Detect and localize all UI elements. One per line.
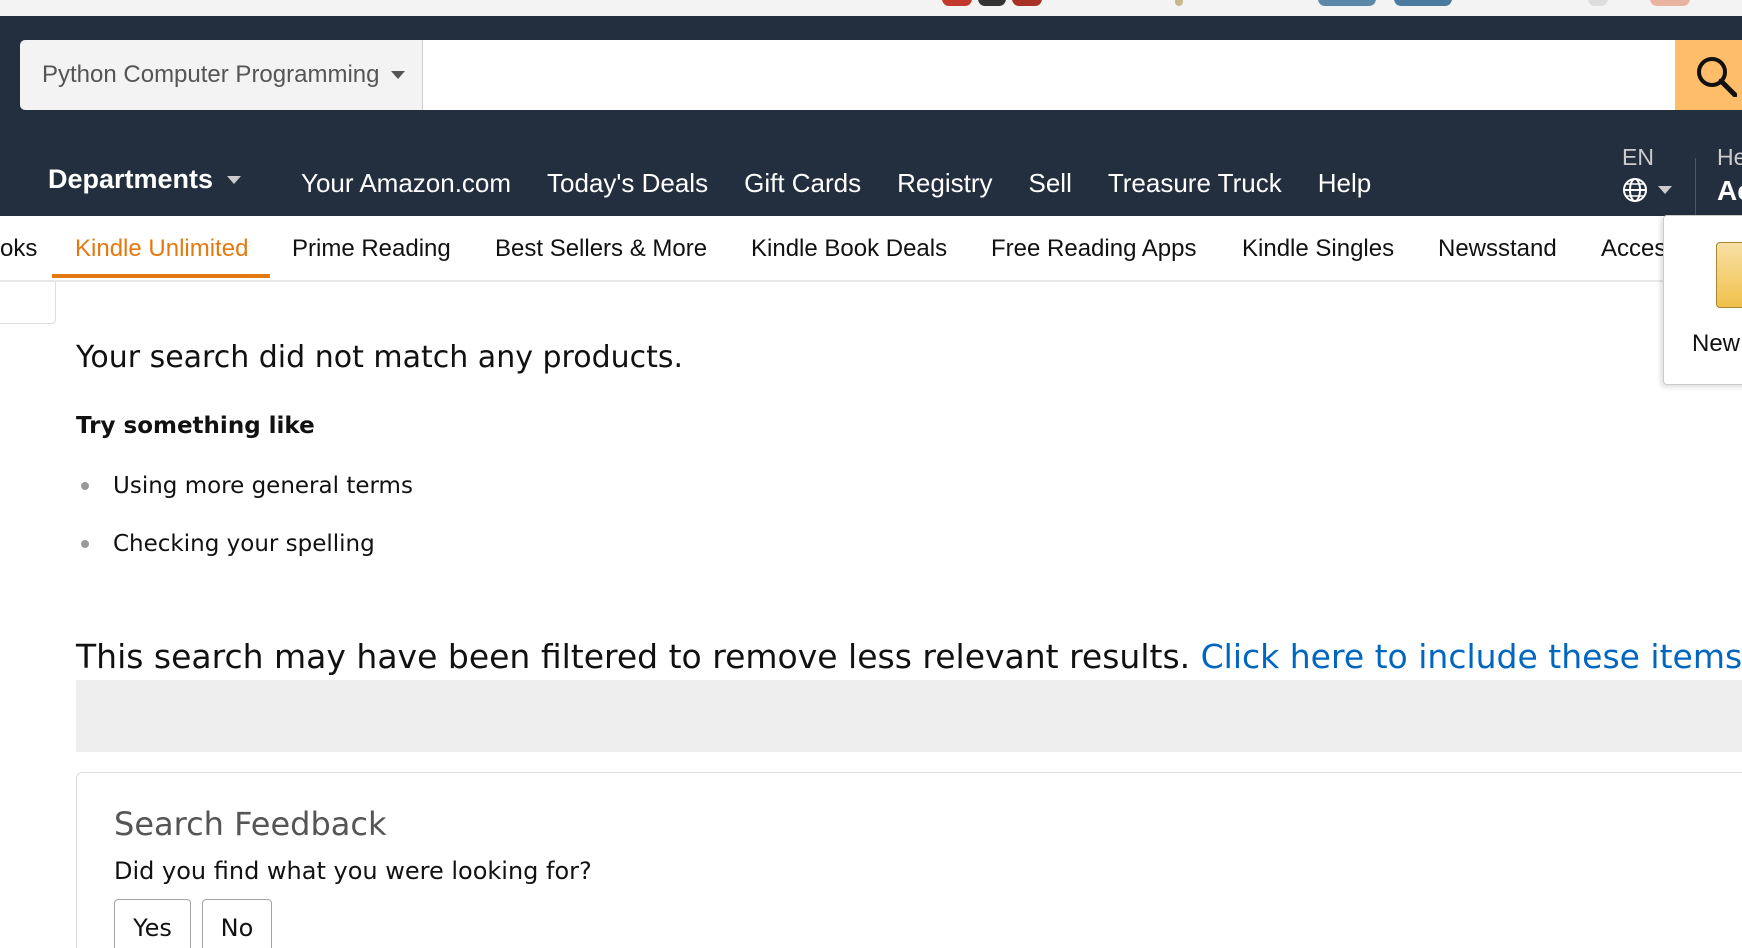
nav-link-your-amazon[interactable]: Your Amazon.com [301, 168, 511, 199]
nav-link-registry[interactable]: Registry [897, 168, 992, 199]
nav-divider [1695, 158, 1696, 216]
bullet-icon [81, 482, 89, 490]
filtered-text: This search may have been filtered to re… [76, 637, 1191, 676]
subnav-item-newsstand[interactable]: Newsstand [1438, 235, 1557, 263]
results-divider-band [76, 680, 1742, 752]
feedback-no-button[interactable]: No [202, 899, 272, 948]
nav-link-sell[interactable]: Sell [1028, 168, 1071, 199]
subnav-item-free-reading-apps[interactable]: Free Reading Apps [991, 235, 1196, 263]
search-icon [1697, 57, 1737, 97]
search-button[interactable] [1675, 40, 1742, 110]
chevron-down-icon [227, 175, 242, 184]
no-results-heading: Your search did not match any products. [76, 340, 684, 375]
filtered-notice: This search may have been filtered to re… [76, 637, 1742, 676]
promo-product-image [978, 0, 1006, 6]
list-item: Checking your spelling [76, 515, 1742, 573]
results-area: Your search did not match any products. … [76, 340, 1742, 573]
feedback-question: Did you find what you were looking for? [114, 857, 592, 885]
subnav-item-kindle-book-deals[interactable]: Kindle Book Deals [751, 235, 947, 263]
search-input[interactable] [423, 40, 1675, 110]
nav-links: Your Amazon.com Today's Deals Gift Cards… [301, 168, 1407, 199]
refinement-panel [0, 282, 56, 324]
active-tab-indicator [52, 274, 270, 278]
subnav-item-best-sellers[interactable]: Best Sellers & More [495, 235, 707, 263]
suggestion-text: Using more general terms [113, 473, 413, 499]
kindle-subnav: oks Kindle Unlimited Prime Reading Best … [0, 216, 1742, 282]
promo-product-image [1012, 0, 1042, 6]
search-department-dropdown[interactable]: Python Computer Programming [20, 40, 423, 110]
subnav-item-books[interactable]: oks [0, 235, 37, 263]
subnav-item-kindle-unlimited[interactable]: Kindle Unlimited [75, 235, 248, 263]
globe-icon [1623, 178, 1647, 202]
subnav-item-accessories[interactable]: Acces [1601, 235, 1666, 263]
language-selector[interactable]: EN [1622, 144, 1672, 203]
account-label: Ac [1717, 175, 1742, 206]
nav-main: Departments Your Amazon.com Today's Deal… [0, 134, 1742, 216]
suggestion-text: Checking your spelling [113, 531, 375, 557]
search-bar: Python Computer Programming [20, 40, 1742, 110]
feedback-yes-button[interactable]: Yes [114, 899, 191, 948]
promo-banner[interactable] [0, 0, 1742, 16]
promo-product-image [1318, 0, 1376, 6]
include-items-link[interactable]: Click here to include these items in you… [1201, 637, 1742, 676]
page: Python Computer Programming Departments … [0, 0, 1742, 948]
suggestions-heading: Try something like [76, 413, 315, 439]
nav-link-help[interactable]: Help [1318, 168, 1371, 199]
promo-product-image [1650, 0, 1690, 6]
search-feedback-box: Search Feedback Did you find what you we… [76, 772, 1742, 948]
subnav-item-prime-reading[interactable]: Prime Reading [292, 235, 451, 263]
account-greeting: He [1717, 144, 1742, 170]
promo-product-image [942, 0, 972, 6]
promo-product-image [1175, 0, 1183, 6]
departments-menu[interactable]: Departments [48, 164, 242, 195]
feedback-title: Search Feedback [114, 805, 387, 843]
nav-belt: Python Computer Programming Departments … [0, 16, 1742, 216]
promo-product-image [1394, 0, 1452, 6]
nav-link-gift-cards[interactable]: Gift Cards [744, 168, 861, 199]
search-department-label: Python Computer Programming [42, 61, 380, 88]
suggestions-list: Using more general terms Checking your s… [76, 457, 1742, 573]
sign-in-button[interactable] [1716, 242, 1742, 308]
language-code: EN [1622, 144, 1654, 170]
bullet-icon [81, 540, 89, 548]
chevron-down-icon [391, 71, 406, 79]
account-menu[interactable]: He Ac [1717, 144, 1742, 207]
nav-link-todays-deals[interactable]: Today's Deals [547, 168, 708, 199]
chevron-down-icon [1658, 186, 1672, 194]
subnav-item-kindle-singles[interactable]: Kindle Singles [1242, 235, 1394, 263]
nav-link-treasure-truck[interactable]: Treasure Truck [1108, 168, 1282, 199]
promo-product-image [1588, 0, 1608, 6]
departments-label: Departments [48, 164, 214, 194]
list-item: Using more general terms [76, 457, 1742, 515]
